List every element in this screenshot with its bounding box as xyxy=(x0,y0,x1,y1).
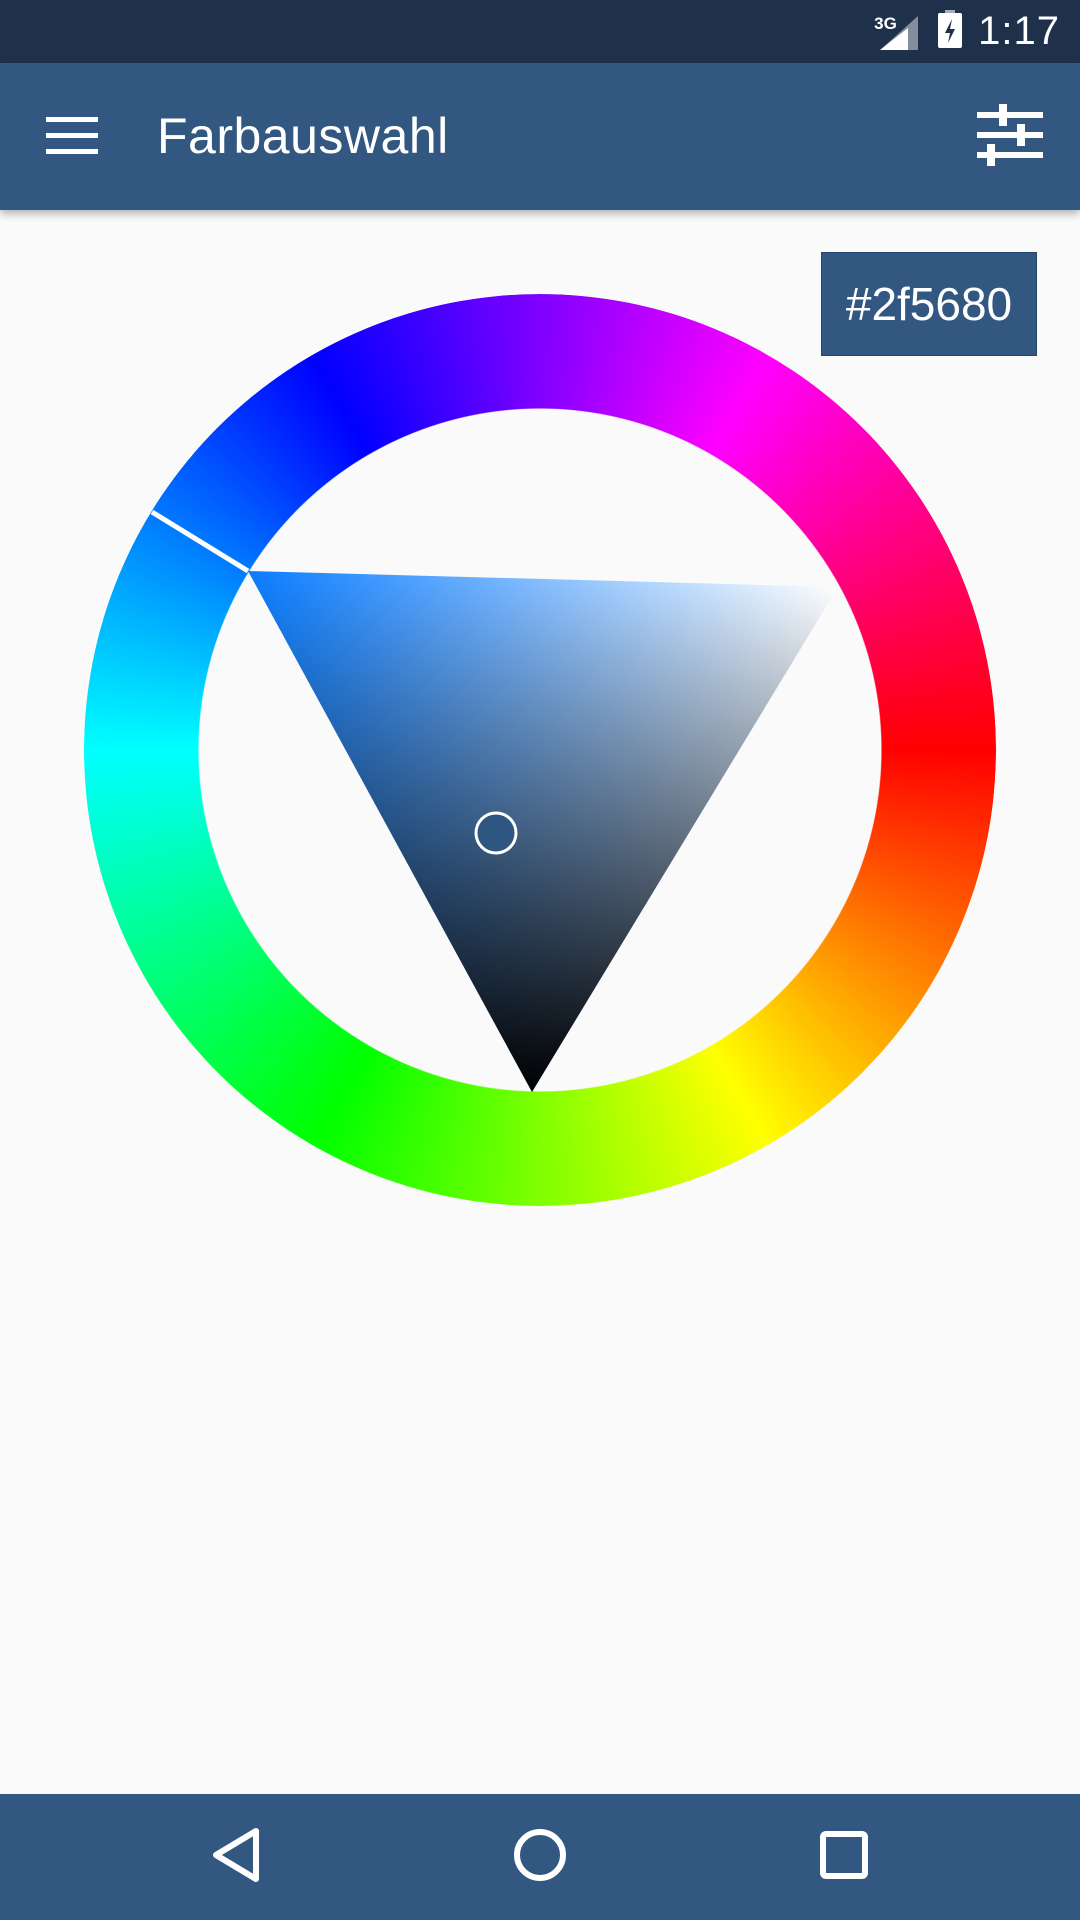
app-bar: Farbauswahl xyxy=(0,63,1080,210)
recents-button[interactable] xyxy=(794,1817,894,1897)
settings-button[interactable] xyxy=(970,99,1050,175)
home-icon xyxy=(512,1827,568,1888)
back-icon xyxy=(210,1827,262,1888)
color-wheel xyxy=(0,210,1080,1210)
status-bar: 3G 1:17 xyxy=(0,0,1080,63)
clock: 1:17 xyxy=(978,9,1060,53)
color-selection-handle[interactable] xyxy=(474,811,518,855)
triangle-shade-overlay xyxy=(248,571,838,1092)
hamburger-menu-icon xyxy=(46,116,98,159)
hue-indicator-line[interactable] xyxy=(150,509,250,574)
page-title: Farbauswahl xyxy=(157,108,449,164)
navigation-bar xyxy=(0,1794,1080,1920)
color-picker-screen: 3G 1:17 Farbauswahl #2f5680 xyxy=(0,0,1080,1920)
menu-button[interactable] xyxy=(36,105,108,169)
signal-icon: 3G xyxy=(874,12,922,52)
battery-charging-icon xyxy=(936,9,964,54)
back-button[interactable] xyxy=(186,1817,286,1897)
tune-sliders-icon xyxy=(977,103,1043,171)
recents-icon xyxy=(819,1830,869,1885)
status-icons: 3G 1:17 xyxy=(874,0,1060,63)
color-triangle-layer xyxy=(150,509,838,1092)
home-button[interactable] xyxy=(490,1817,590,1897)
network-type-label: 3G xyxy=(874,13,897,33)
